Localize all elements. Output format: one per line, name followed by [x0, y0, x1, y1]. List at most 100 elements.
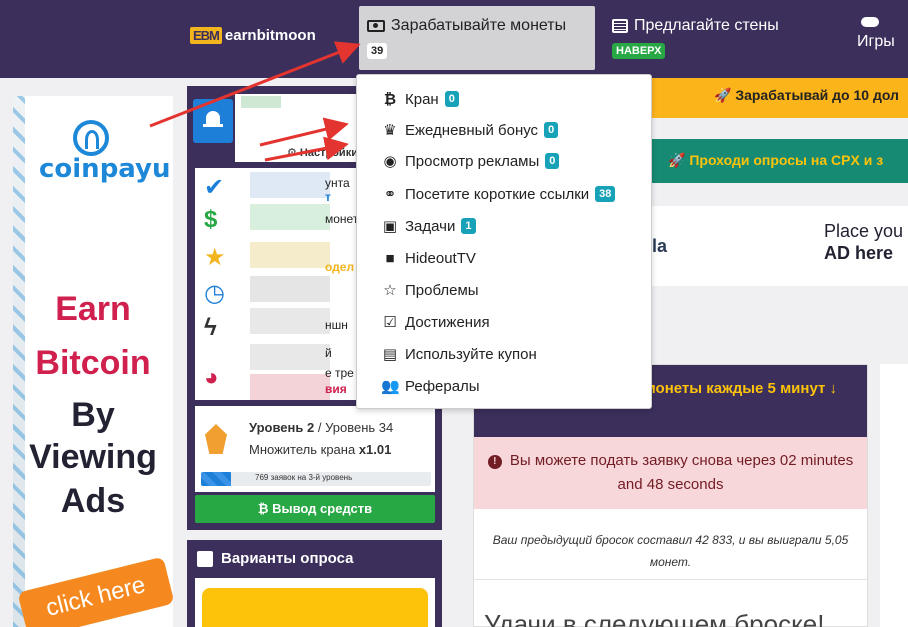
- previous-roll-text: Ваш предыдущий бросок составил 42 833, и…: [492, 533, 849, 569]
- survey-header: Варианты опроса: [197, 550, 354, 567]
- logo-text: earnbitmoon: [224, 27, 316, 44]
- stat-fragment: й: [325, 346, 332, 360]
- promo-banner-earn[interactable]: 🚀 Зарабатывай до 10 дол: [652, 78, 908, 118]
- blurred-stat: [250, 276, 330, 302]
- current-level: Уровень 2: [249, 420, 315, 435]
- earn-coins-dropdown: ₿ Кран 0 ♛ Ежедневный бонус 0 ◉ Просмотр…: [356, 74, 652, 409]
- right-column: [880, 364, 908, 627]
- users-icon: 👥: [381, 378, 400, 395]
- trophy-icon: ♛: [383, 122, 397, 139]
- pie-chart-icon: ◕: [204, 364, 219, 391]
- level-progress-fill: [201, 472, 231, 486]
- dropdown-item-label: Кран: [405, 90, 439, 108]
- coinpayu-ad-banner[interactable]: coinpayu Earn Bitcoin By Viewing Ads cli…: [13, 96, 173, 627]
- bolt-icon: ϟ: [204, 314, 217, 341]
- stat-fragment: ншн: [325, 318, 348, 332]
- eye-icon: ◉: [383, 153, 397, 170]
- gamepad-icon: [861, 17, 879, 27]
- ad-brand: coinpayu: [39, 154, 171, 184]
- good-luck-heading: Удачи в следующем броске!: [484, 609, 825, 627]
- count-badge: 0: [444, 91, 459, 107]
- survey-list: [195, 578, 435, 627]
- level-progress-bar: 769 заявок на 3-й уровень: [201, 472, 431, 486]
- blurred-stat: [250, 204, 330, 230]
- coinpayu-logo-icon: [73, 120, 109, 156]
- ad-line-earn: Earn: [55, 290, 131, 328]
- multiplier-value: x1.01: [358, 442, 392, 457]
- count-badge: 1: [461, 218, 476, 234]
- ad-line-ads: Ads: [60, 482, 126, 520]
- blurred-stat: [250, 344, 330, 370]
- blurred-username: [241, 96, 281, 108]
- nav-offer-walls[interactable]: Предлагайте стены: [612, 17, 779, 35]
- cooldown-alert: ! Вы можете подать заявку снова через 02…: [474, 437, 867, 509]
- briefcase-icon: ▣: [382, 218, 398, 235]
- max-level: / Уровень 34: [317, 420, 394, 435]
- nav-earn-coins[interactable]: Зарабатывайте монеты 39: [359, 6, 595, 70]
- blurred-stat: [250, 172, 330, 198]
- place-ad-banner[interactable]: la Place you AD here: [652, 206, 908, 286]
- survey-provider-card[interactable]: [202, 588, 428, 627]
- dropdown-item-view-ads[interactable]: ◉ Просмотр рекламы 0: [381, 149, 560, 173]
- clock-icon: ◷: [204, 280, 225, 307]
- arrow-down-icon: ↓: [829, 380, 838, 397]
- dropdown-item-label: HideoutTV: [405, 249, 476, 267]
- dropdown-item-challenges[interactable]: ☆ Проблемы: [381, 278, 479, 302]
- nav-games[interactable]: Игры: [857, 17, 895, 51]
- multiplier-line: Множитель крана x1.01: [249, 442, 391, 457]
- dropdown-item-shortlinks[interactable]: ⚭ Посетите короткие ссылки 38: [381, 182, 616, 206]
- alert-icon: !: [487, 455, 502, 469]
- promo-cpx-text: Проходи опросы на CPX и з: [689, 152, 884, 168]
- star-icon: ☆: [383, 282, 397, 299]
- walls-top-badge: НАВЕРХ: [612, 43, 666, 59]
- earn-count-badge: 39: [367, 43, 388, 59]
- check-circle-icon: ✔: [204, 174, 225, 201]
- nav-earn-label: Зарабатывайте монеты: [391, 17, 567, 34]
- dropdown-item-achievements[interactable]: ☑ Достижения: [381, 310, 490, 334]
- dropdown-item-referrals[interactable]: 👥 Рефералы: [381, 374, 480, 398]
- level-info: Уровень 2 / Уровень 34 Множитель крана x…: [195, 406, 435, 492]
- dropdown-item-label: Ежедневный бонус: [405, 121, 539, 139]
- promo-banner-cpx[interactable]: 🚀 Проходи опросы на CPX и з: [652, 139, 908, 183]
- dropdown-item-hideouttv[interactable]: ■ HideoutTV: [381, 246, 476, 270]
- link-icon: ⚭: [383, 186, 397, 203]
- dropdown-item-label: Задачи: [405, 217, 456, 235]
- survey-title: Варианты опроса: [221, 550, 354, 567]
- place-ad-line2: AD here: [824, 243, 894, 263]
- dropdown-item-daily-bonus[interactable]: ♛ Ежедневный бонус 0: [381, 118, 559, 142]
- logo-mark: EBM: [190, 27, 222, 44]
- level-line: Уровень 2 / Уровень 34: [249, 420, 393, 435]
- ad-line-by: By: [71, 396, 115, 434]
- dropdown-item-label: Достижения: [405, 313, 490, 331]
- money-icon: [367, 20, 385, 32]
- dropdown-item-faucet[interactable]: ₿ Кран 0: [381, 87, 459, 111]
- notifications-button[interactable]: [193, 99, 233, 143]
- dropdown-item-label: Просмотр рекламы: [405, 152, 540, 170]
- survey-options-panel: Варианты опроса: [187, 540, 442, 627]
- multiplier-label: Множитель крана: [249, 442, 356, 457]
- form-icon: [197, 550, 213, 567]
- blurred-stat: [250, 374, 330, 400]
- withdraw-label: Вывод средств: [272, 501, 373, 516]
- level-panel: Уровень 2 / Уровень 34 Множитель крана x…: [187, 402, 442, 530]
- dropdown-item-tasks[interactable]: ▣ Задачи 1: [381, 214, 476, 238]
- ad-click-here-button[interactable]: click here: [17, 556, 173, 627]
- count-badge: 0: [544, 122, 559, 138]
- site-logo[interactable]: EBM earnbitmoon: [190, 27, 316, 44]
- place-ad-text: Place you AD here: [824, 220, 903, 264]
- dropdown-item-label: Проблемы: [405, 281, 479, 299]
- ad-fragment: la: [652, 236, 668, 256]
- bitcoin-icon: ₿: [383, 90, 397, 108]
- dollar-icon: $: [204, 206, 218, 233]
- stat-fragment: унта: [325, 176, 350, 190]
- dropdown-item-coupon[interactable]: ▤ Используйте купон: [381, 342, 537, 366]
- withdraw-button[interactable]: ₿ Вывод средств: [195, 495, 435, 523]
- video-icon: ■: [385, 249, 395, 267]
- divider: [474, 579, 867, 580]
- level-progress-text: 769 заявок на 3-й уровень: [255, 473, 353, 482]
- stat-fragment: т: [325, 190, 331, 204]
- count-badge: 38: [595, 186, 616, 202]
- promo-earn-text: Зарабатывай до 10 дол: [735, 87, 899, 103]
- place-ad-line1: Place you: [824, 221, 904, 241]
- nav-walls-label: Предлагайте стены: [634, 17, 779, 34]
